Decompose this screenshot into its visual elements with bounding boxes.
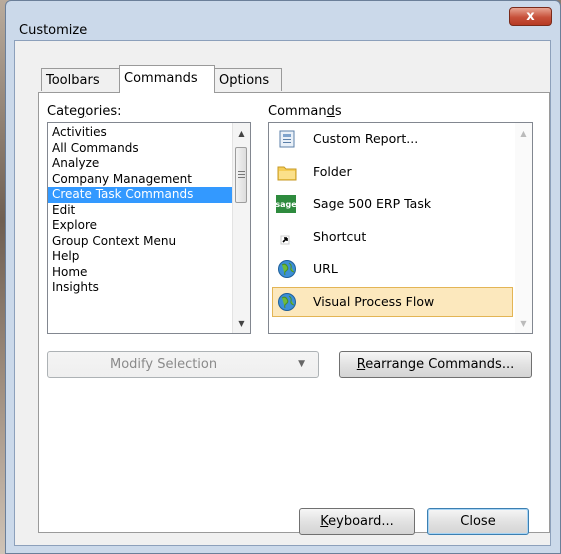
dialog-client-area: Toolbars Commands Options Categories: Ac… <box>14 40 551 546</box>
categories-scrollbar[interactable]: ▲ ▼ <box>232 123 250 333</box>
scroll-down-arrow-icon[interactable]: ▼ <box>515 319 532 328</box>
command-item[interactable]: sage Sage 500 ERP Task <box>269 188 532 221</box>
scrollbar-thumb[interactable] <box>235 147 247 203</box>
globe-icon <box>276 258 298 280</box>
commands-scrollbar[interactable]: ▲ ▼ <box>515 123 532 333</box>
category-item[interactable]: Home <box>48 265 250 281</box>
commands-tab-panel: Categories: Activities All Commands Anal… <box>38 92 550 533</box>
command-label: URL <box>313 261 338 276</box>
command-label: Shortcut <box>313 228 367 244</box>
categories-label: Categories: <box>47 104 122 119</box>
customize-dialog: Customize x Toolbars Commands Options Ca… <box>5 0 561 554</box>
report-icon <box>276 128 298 150</box>
category-item[interactable]: Company Management <box>48 172 250 188</box>
command-label: Sage 500 ERP Task <box>313 196 432 211</box>
category-item[interactable]: Activities <box>48 125 250 141</box>
command-item[interactable]: Custom Report... <box>269 123 532 156</box>
category-item[interactable]: Group Context Menu <box>48 234 250 250</box>
close-icon: x <box>526 9 535 24</box>
keyboard-button[interactable]: Keyboard... <box>299 508 415 535</box>
category-item[interactable]: Explore <box>48 218 250 234</box>
categories-listbox[interactable]: Activities All Commands Analyze Company … <box>47 122 251 334</box>
folder-icon <box>276 161 298 183</box>
scroll-down-arrow-icon[interactable]: ▼ <box>233 319 250 328</box>
tab-commands[interactable]: Commands <box>119 65 215 93</box>
tab-options-label: Options <box>219 73 270 88</box>
tab-commands-label: Commands <box>124 71 198 86</box>
category-item[interactable]: All Commands <box>48 141 250 157</box>
globe-icon <box>276 291 298 313</box>
category-item-selected[interactable]: Create Task Commands <box>48 187 250 203</box>
category-item[interactable]: Edit <box>48 203 250 219</box>
command-item-selected[interactable]: Visual Process Flow <box>269 286 532 319</box>
command-item[interactable]: Shortcut <box>269 221 532 254</box>
sage-icon: sage <box>275 195 297 213</box>
modify-selection-dropdown[interactable]: Modify Selection ▼ <box>47 351 319 378</box>
command-label: Visual Process Flow <box>313 293 435 309</box>
commands-listbox[interactable]: Custom Report... Folder sage Sage 500 ER… <box>268 122 533 334</box>
tab-options[interactable]: Options <box>214 68 282 91</box>
scroll-up-arrow-icon[interactable]: ▲ <box>515 129 532 138</box>
close-button[interactable]: Close <box>427 508 529 535</box>
shortcut-arrow-icon <box>276 226 298 248</box>
modify-selection-label: Modify Selection <box>110 357 218 372</box>
window-close-button[interactable]: x <box>509 7 552 26</box>
commands-label: Commands <box>268 104 342 119</box>
title-bar: Customize x <box>6 1 560 39</box>
scroll-up-arrow-icon[interactable]: ▲ <box>233 129 250 138</box>
window-title: Customize <box>19 23 88 38</box>
close-button-label: Close <box>460 514 496 529</box>
command-item[interactable]: URL <box>269 253 532 286</box>
category-item[interactable]: Insights <box>48 280 250 296</box>
command-label: Folder <box>313 163 352 179</box>
command-label: Custom Report... <box>313 131 419 146</box>
rearrange-commands-button[interactable]: Rearrange Commands... <box>339 351 532 378</box>
category-item[interactable]: Help <box>48 249 250 265</box>
command-item[interactable]: Folder <box>269 156 532 189</box>
category-item[interactable]: Analyze <box>48 156 250 172</box>
tab-toolbars-label: Toolbars <box>46 73 100 88</box>
tab-toolbars[interactable]: Toolbars <box>41 68 120 91</box>
dropdown-arrow-icon: ▼ <box>298 359 305 369</box>
